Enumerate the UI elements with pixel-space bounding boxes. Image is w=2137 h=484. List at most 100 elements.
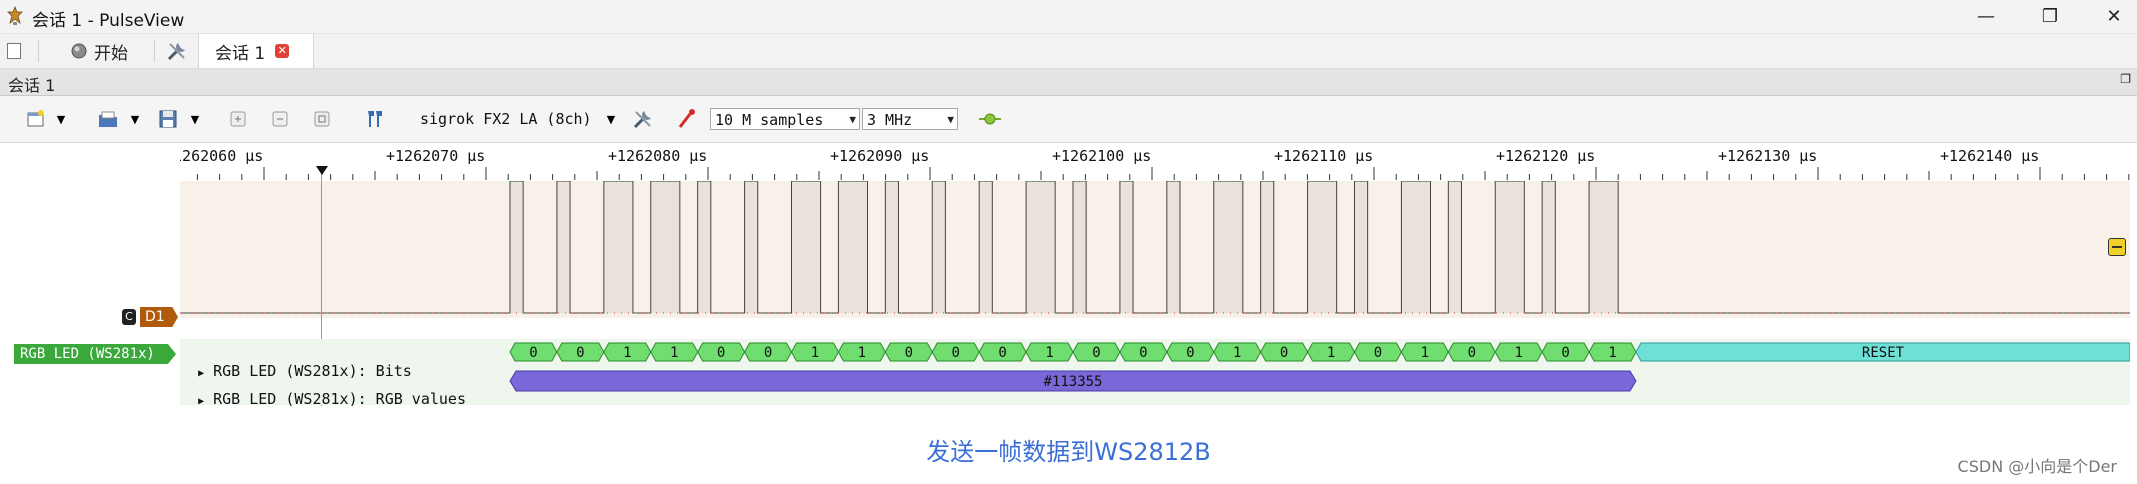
pulse-fill bbox=[1354, 181, 1368, 313]
pulse-fill bbox=[885, 181, 899, 313]
pulse-fill bbox=[697, 181, 711, 313]
pulse-fill bbox=[979, 181, 993, 313]
bit-value: 0 bbox=[1561, 345, 1569, 361]
sample-count-select[interactable]: 10 M samples ▼ bbox=[710, 108, 860, 130]
tab-bar: 开始 会话 1 ✕ bbox=[0, 34, 2137, 69]
channel-color-icon[interactable]: C bbox=[122, 309, 136, 325]
document-icon bbox=[7, 43, 21, 59]
sample-rate-select[interactable]: 3 MHz ▼ bbox=[862, 108, 958, 130]
rgb-value: #113355 bbox=[1043, 374, 1102, 390]
ruler-label: +1262070 μs bbox=[386, 147, 485, 165]
decoder-annotations: 0 0 1 1 0 0 1 1 0 0 0 1 0 0 0 1 0 1 0 1 0 1 0 1 RESET #113355 bbox=[509, 342, 2131, 392]
tab-session-1[interactable]: 会话 1 ✕ bbox=[198, 34, 314, 68]
tools-icon bbox=[167, 43, 185, 61]
window-title: 会话 1 - PulseView bbox=[32, 11, 185, 31]
maximize-button[interactable]: ❐ bbox=[2030, 4, 2070, 30]
zoom-fit-icon bbox=[314, 111, 330, 127]
run-capture-icon bbox=[979, 113, 1001, 125]
bit-value: 1 bbox=[811, 345, 819, 361]
pulse-fill bbox=[510, 181, 524, 313]
decoder-tag-label: RGB LED (WS281x) bbox=[20, 346, 155, 362]
trigger-marker-icon[interactable] bbox=[2108, 238, 2126, 256]
session-header: 会话 1 ❐ bbox=[0, 69, 2137, 96]
pulse-fill bbox=[1260, 181, 1274, 313]
zoom-in-button[interactable] bbox=[226, 106, 250, 132]
configure-icon bbox=[633, 111, 651, 129]
probe-button[interactable] bbox=[674, 106, 700, 132]
new-tab-button[interactable] bbox=[6, 34, 28, 68]
ruler-ticks: +1262060 μs +1262070 μs +1262080 μs +126209… bbox=[164, 147, 2130, 180]
bit-value: 0 bbox=[764, 345, 772, 361]
decoder-row-rgb-label[interactable]: ▶ RGB LED (WS281x): RGB values bbox=[180, 372, 466, 408]
bit-value: 0 bbox=[1186, 345, 1194, 361]
decoder-area[interactable]: 0 0 1 1 0 0 1 1 0 0 0 1 0 0 0 1 0 1 0 1 0 1 0 1 RESET #113355 bbox=[180, 339, 2131, 405]
close-tab-icon[interactable]: ✕ bbox=[275, 44, 290, 58]
sample-rate-value: 3 MHz bbox=[867, 111, 913, 129]
save-icon bbox=[159, 110, 177, 128]
d1-trace-line bbox=[180, 180, 2130, 314]
pulseview-logo-icon bbox=[7, 6, 23, 25]
minimize-button[interactable]: — bbox=[1966, 4, 2006, 30]
cursor-markers-icon bbox=[368, 111, 382, 127]
bit-value: 0 bbox=[1280, 345, 1288, 361]
bit-value: 0 bbox=[998, 345, 1006, 361]
decoder-tag[interactable]: RGB LED (WS281x) bbox=[14, 344, 176, 364]
new-session-button[interactable] bbox=[22, 106, 50, 132]
cursor-button[interactable] bbox=[362, 106, 388, 132]
pulse-fill bbox=[556, 181, 571, 313]
channel-name: D1 bbox=[145, 309, 165, 325]
device-selector-label[interactable]: sigrok FX2 LA (8ch) bbox=[420, 108, 592, 130]
logic-trace-area[interactable] bbox=[180, 180, 2130, 318]
zoom-in-icon bbox=[230, 111, 246, 127]
bit-value: 0 bbox=[1139, 345, 1147, 361]
pulse-fill bbox=[1073, 181, 1087, 313]
ruler-label: +1262110 μs bbox=[1274, 147, 1373, 165]
undock-icon[interactable]: ❐ bbox=[2120, 72, 2131, 86]
pulse-fill bbox=[1495, 181, 1525, 313]
run-button[interactable] bbox=[976, 106, 1004, 132]
open-button[interactable] bbox=[94, 106, 122, 132]
open-dropdown[interactable]: ▼ bbox=[128, 106, 142, 132]
cursor-marker-icon[interactable] bbox=[316, 166, 328, 175]
bit-value: 1 bbox=[1421, 345, 1429, 361]
folder-open-icon bbox=[99, 111, 117, 127]
bit-value: 0 bbox=[951, 345, 959, 361]
new-session-dropdown[interactable]: ▼ bbox=[54, 106, 68, 132]
bit-value: 1 bbox=[1045, 345, 1053, 361]
sample-count-arrow-icon: ▼ bbox=[849, 113, 856, 126]
save-button[interactable] bbox=[154, 106, 182, 132]
close-button[interactable]: ✕ bbox=[2094, 4, 2134, 30]
pulse-fill bbox=[1448, 181, 1462, 313]
bit-value: 0 bbox=[905, 345, 913, 361]
bit-value: 1 bbox=[1233, 345, 1241, 361]
bit-value: 1 bbox=[1608, 345, 1616, 361]
sample-rate-arrow-icon: ▼ bbox=[947, 113, 954, 126]
reset-label: RESET bbox=[1862, 345, 1905, 361]
figure-caption: 发送一帧数据到WS2812B bbox=[926, 438, 1211, 466]
bit-value: 0 bbox=[717, 345, 725, 361]
ruler-label: +1262140 μs bbox=[1940, 147, 2039, 165]
pulse-fill bbox=[744, 181, 758, 313]
title-bar: 会话 1 - PulseView — ❐ ✕ bbox=[0, 0, 2137, 34]
tab-start[interactable]: 开始 bbox=[60, 34, 138, 68]
save-dropdown[interactable]: ▼ bbox=[188, 106, 202, 132]
ruler-label: +1262120 μs bbox=[1496, 147, 1595, 165]
zoom-out-button[interactable] bbox=[268, 106, 292, 132]
bit-value: 0 bbox=[529, 345, 537, 361]
bit-value: 1 bbox=[623, 345, 631, 361]
pulse-fill bbox=[1589, 181, 1619, 313]
pulse-fill bbox=[1026, 181, 1056, 313]
zoom-fit-button[interactable] bbox=[310, 106, 334, 132]
tab-session-label: 会话 1 bbox=[215, 43, 266, 64]
time-ruler[interactable]: +1262060 μs +1262070 μs +1262080 μs +126209… bbox=[164, 143, 2130, 180]
device-config-button[interactable] bbox=[630, 106, 656, 132]
bit-value: 1 bbox=[670, 345, 678, 361]
device-dropdown[interactable]: ▼ bbox=[604, 106, 618, 132]
decoder-row-rgb-text: RGB LED (WS281x): RGB values bbox=[213, 390, 466, 408]
pulse-fill bbox=[1401, 181, 1431, 313]
tab-tools-button[interactable] bbox=[166, 34, 196, 68]
channel-label-d1[interactable]: D1 bbox=[140, 307, 178, 327]
record-icon bbox=[71, 43, 87, 59]
ruler-label: +1262080 μs bbox=[608, 147, 707, 165]
pulse-fill bbox=[1166, 181, 1180, 313]
